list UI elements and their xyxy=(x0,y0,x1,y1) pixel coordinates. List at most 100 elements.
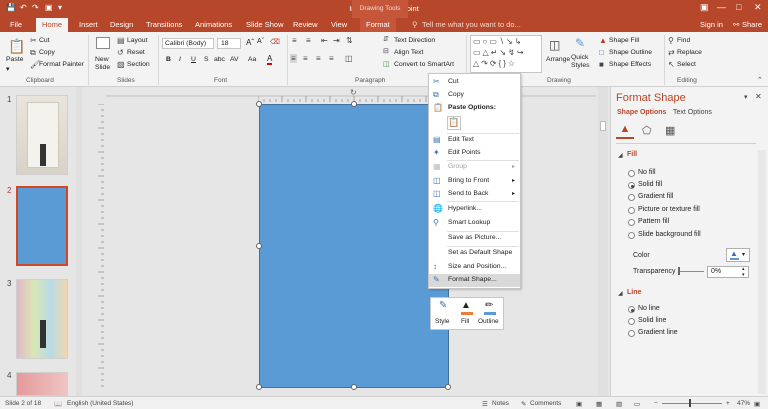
radio-picture-fill[interactable] xyxy=(628,207,635,214)
tab-animations[interactable]: Animations xyxy=(195,20,232,29)
shrink-font-icon[interactable]: Aˇ xyxy=(257,38,264,45)
radio-solid-fill[interactable] xyxy=(628,182,635,189)
pane-scrollbar[interactable] xyxy=(758,150,766,394)
radio-gradient-fill[interactable] xyxy=(628,194,635,201)
comments-icon[interactable]: ✎ xyxy=(521,400,526,408)
menu-item-cut[interactable]: ✂ Cut xyxy=(429,76,520,89)
slide-thumbnail-selected[interactable] xyxy=(16,186,68,266)
shape-outline-icon[interactable]: □ xyxy=(599,48,604,57)
find-icon[interactable]: ⚲ xyxy=(668,36,674,45)
line-section-header[interactable]: Line xyxy=(627,289,641,296)
strikethrough-button[interactable]: S xyxy=(204,56,209,63)
outline-button[interactable]: ✏ Outline xyxy=(477,299,503,329)
change-case-button[interactable]: Aa xyxy=(248,56,256,63)
paste-keep-source-icon[interactable]: 📋 xyxy=(447,116,461,130)
fill-button[interactable]: ▲ Fill xyxy=(458,299,476,329)
paste-dropdown-icon[interactable]: ▾ xyxy=(6,65,9,73)
option-pattern-fill[interactable]: Pattern fill xyxy=(638,218,669,225)
slide-thumbnail[interactable] xyxy=(16,279,68,359)
tab-review[interactable]: Review xyxy=(293,20,318,29)
ribbon-options-icon[interactable]: ▣ xyxy=(700,2,709,13)
char-spacing-button[interactable]: AV xyxy=(230,56,239,63)
maximize-icon[interactable]: □ xyxy=(736,2,741,12)
menu-item-edit-points[interactable]: ✦ Edit Points xyxy=(429,147,520,160)
grow-font-icon[interactable]: Aˆ xyxy=(246,38,254,47)
tab-home[interactable]: Home xyxy=(36,18,69,32)
align-text-button[interactable]: Align Text xyxy=(394,49,423,56)
option-no-line[interactable]: No line xyxy=(638,305,660,312)
pane-close-icon[interactable]: ✕ xyxy=(755,92,762,101)
slideshow-view-icon[interactable]: ▭ xyxy=(634,400,640,408)
text-direction-icon[interactable]: ⇵ xyxy=(383,35,389,43)
quick-styles-button[interactable]: Quick Styles xyxy=(571,54,597,70)
align-left-icon[interactable]: ≡ xyxy=(290,54,297,63)
justify-icon[interactable]: ≡ xyxy=(329,54,334,63)
menu-item-group[interactable]: ▦ Group ▸ xyxy=(429,161,520,174)
tab-format[interactable]: Format xyxy=(360,18,396,32)
slide-thumbnail[interactable] xyxy=(16,95,68,175)
zoom-slider-thumb[interactable] xyxy=(689,399,691,407)
normal-view-icon[interactable]: ▣ xyxy=(576,400,582,408)
new-slide-icon[interactable] xyxy=(96,37,110,49)
align-center-icon[interactable]: ≡ xyxy=(303,54,308,63)
share-button[interactable]: Share xyxy=(742,20,762,29)
zoom-in-icon[interactable]: + xyxy=(726,400,730,407)
radio-no-fill[interactable] xyxy=(628,170,635,177)
slide-thumbnail[interactable] xyxy=(16,372,68,396)
resize-handle[interactable] xyxy=(351,101,357,107)
reading-view-icon[interactable]: ▧ xyxy=(616,400,622,408)
tab-view[interactable]: View xyxy=(331,20,347,29)
menu-item-send-to-back[interactable]: ◫ Send to Back ▸ xyxy=(429,188,520,201)
radio-slide-bg-fill[interactable] xyxy=(628,232,635,239)
menu-item-edit-text[interactable]: ▤ Edit Text xyxy=(429,134,520,147)
blue-rectangle-shape[interactable] xyxy=(256,101,451,390)
tab-shape-options[interactable]: Shape Options xyxy=(617,109,666,116)
scroll-thumb[interactable] xyxy=(600,121,606,131)
slider-thumb[interactable] xyxy=(678,267,680,275)
tab-transitions[interactable]: Transitions xyxy=(146,20,182,29)
shape-effects-icon[interactable]: ■ xyxy=(599,60,604,69)
select-icon[interactable]: ↖ xyxy=(668,60,675,69)
notes-button[interactable]: Notes xyxy=(492,400,509,407)
radio-no-line[interactable] xyxy=(628,306,635,313)
slide-sorter-icon[interactable]: ▦ xyxy=(596,400,602,408)
menu-item-set-default-shape[interactable]: Set as Default Shape xyxy=(429,247,520,260)
notes-icon[interactable]: ☰ xyxy=(482,400,488,408)
layout-button[interactable]: Layout xyxy=(127,37,147,44)
option-slide-bg-fill[interactable]: Slide background fill xyxy=(638,231,701,238)
comments-button[interactable]: Comments xyxy=(530,400,561,407)
close-icon[interactable]: ✕ xyxy=(754,2,762,13)
zoom-out-icon[interactable]: − xyxy=(654,400,658,407)
clear-format-icon[interactable]: ⌫ xyxy=(270,38,280,46)
canvas-scrollbar[interactable] xyxy=(598,87,608,396)
bullets-icon[interactable]: ≡ xyxy=(292,36,297,45)
rotate-handle-icon[interactable]: ↻ xyxy=(350,88,358,97)
resize-handle[interactable] xyxy=(256,101,262,107)
reset-icon[interactable]: ↺ xyxy=(117,48,124,57)
menu-item-smart-lookup[interactable]: ⚲ Smart Lookup xyxy=(429,217,520,230)
section-icon[interactable]: ▧ xyxy=(117,60,125,69)
tab-file[interactable]: File xyxy=(10,20,22,29)
resize-handle[interactable] xyxy=(256,384,262,390)
menu-item-copy[interactable]: ⧉ Copy xyxy=(429,89,520,102)
shapes-gallery[interactable]: ▭○▭∖↘↳ ▭△↵↘↯↪ △↷⟳{}☆ xyxy=(470,35,542,73)
replace-icon[interactable]: ⇄ xyxy=(668,48,675,57)
radio-pattern-fill[interactable] xyxy=(628,219,635,226)
resize-handle[interactable] xyxy=(445,384,451,390)
option-gradient-line[interactable]: Gradient line xyxy=(638,329,678,336)
layout-icon[interactable]: ▤ xyxy=(117,36,125,45)
radio-gradient-line[interactable] xyxy=(628,330,635,337)
tab-slideshow[interactable]: Slide Show xyxy=(246,20,284,29)
shape-effects-button[interactable]: Shape Effects xyxy=(609,61,651,68)
option-no-fill[interactable]: No fill xyxy=(638,169,656,176)
smartart-icon[interactable]: ◫ xyxy=(383,60,390,68)
font-color-button[interactable]: A xyxy=(267,55,273,65)
collapse-arrow-icon[interactable]: ◢ xyxy=(618,290,623,297)
align-text-icon[interactable]: ⊟ xyxy=(383,47,389,55)
new-slide-button[interactable]: New Slide xyxy=(95,56,113,72)
effects-icon[interactable]: ⬠ xyxy=(642,124,652,137)
italic-button[interactable]: I xyxy=(179,56,181,63)
transparency-input[interactable]: 0% ▴ ▾ xyxy=(707,266,749,278)
shape-fill-button[interactable]: Shape Fill xyxy=(609,37,639,44)
underline-button[interactable]: U xyxy=(191,56,196,63)
